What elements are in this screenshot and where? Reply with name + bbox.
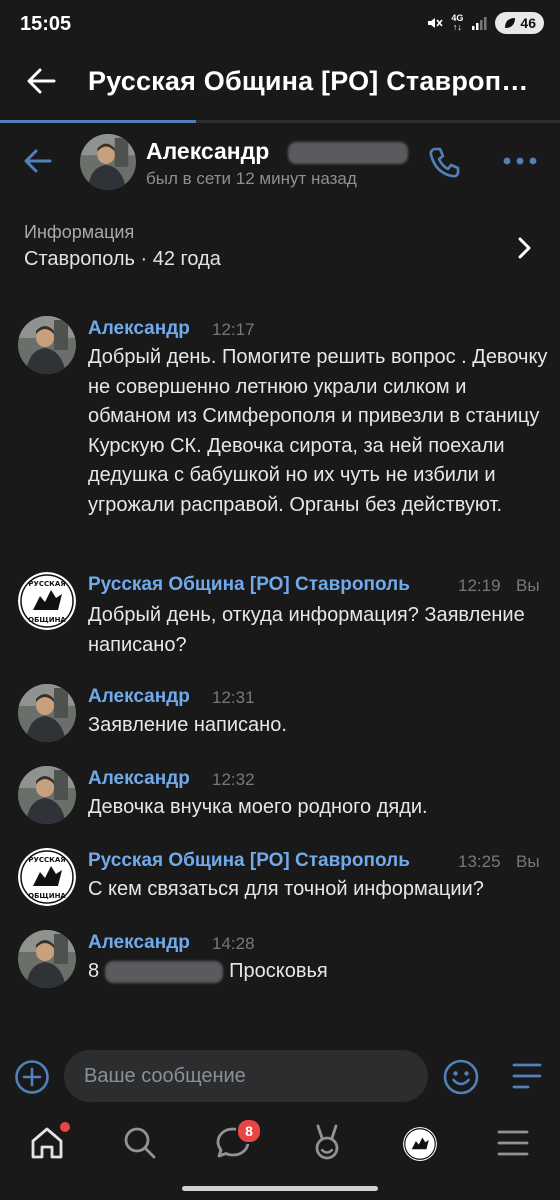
- message-name-suffix: Просковья: [229, 960, 328, 982]
- notification-dot: [60, 1122, 70, 1132]
- community-avatar[interactable]: [403, 1127, 437, 1161]
- messages-badge: 8: [236, 1118, 262, 1144]
- chevron-right-icon: [518, 237, 531, 259]
- message-text: 8 Просковья: [88, 957, 548, 987]
- message-author[interactable]: Александр: [88, 318, 190, 340]
- signal-icon: [472, 17, 487, 30]
- community-logo[interactable]: РУССКАЯ ОБЩИНА: [18, 848, 76, 906]
- community-logo[interactable]: РУССКАЯ ОБЩИНА: [18, 572, 76, 630]
- more-options-icon[interactable]: [502, 154, 538, 168]
- message-avatar[interactable]: [18, 684, 76, 742]
- message-text: Добрый день, откуда информация? Заявлени…: [88, 604, 525, 656]
- message-you-label: Вы: [516, 852, 540, 871]
- message-avatar[interactable]: [18, 930, 76, 988]
- message-text: Добрый день. Помогите решить вопрос . Де…: [88, 346, 548, 516]
- chat-avatar[interactable]: [80, 134, 136, 190]
- message-input[interactable]: [64, 1050, 428, 1102]
- message-time: 13:25: [458, 852, 501, 871]
- home-indicator[interactable]: [182, 1186, 378, 1191]
- network-arrows: ↑↓: [452, 22, 462, 32]
- status-time: 15:05: [20, 13, 72, 35]
- message-author[interactable]: Русская Община [РО] Ставрополь: [88, 850, 440, 872]
- redacted-surname: [288, 142, 408, 164]
- loading-progress-fill: [0, 120, 196, 123]
- bottom-navigation: [0, 1110, 560, 1180]
- nav-messages[interactable]: 8: [214, 1118, 262, 1164]
- status-icons: 4G ↑↓ 46: [425, 12, 544, 34]
- message-avatar[interactable]: [18, 316, 76, 374]
- clips-icon[interactable]: [310, 1122, 344, 1162]
- logo-text-bottom: ОБЩИНА: [28, 616, 66, 624]
- message-text: Девочка внучка моего родного дяди.: [88, 796, 428, 818]
- message-time: 14:28: [212, 934, 255, 953]
- message-author[interactable]: Русская Община [РО] Ставрополь: [88, 574, 440, 596]
- back-arrow-icon[interactable]: [24, 64, 58, 98]
- logo-text-bottom: ОБЩИНА: [28, 892, 66, 900]
- logo-text-top: РУССКАЯ: [28, 580, 65, 588]
- network-type: 4G ↑↓: [451, 14, 463, 32]
- chat-last-seen: был в сети 12 минут назад: [146, 169, 357, 188]
- info-label: Информация: [24, 222, 135, 242]
- emoji-icon[interactable]: [442, 1058, 480, 1096]
- message-author[interactable]: Александр: [88, 932, 190, 954]
- logo-text-top: РУССКАЯ: [28, 856, 65, 864]
- leaf-icon: [505, 18, 516, 28]
- nav-home[interactable]: [28, 1122, 70, 1162]
- message-avatar[interactable]: [18, 766, 76, 824]
- add-attachment-icon[interactable]: [14, 1059, 50, 1095]
- message-time: 12:19: [458, 576, 501, 595]
- page-title: Русская Община [РО] Ставрополь: [88, 66, 543, 96]
- search-icon[interactable]: [122, 1125, 158, 1161]
- chat-contact-name[interactable]: Александр: [146, 138, 269, 165]
- phone-icon[interactable]: [426, 145, 462, 179]
- message-composer[interactable]: [64, 1050, 428, 1102]
- message-text: С кем связаться для точной информации?: [88, 878, 484, 900]
- menu-icon[interactable]: [496, 1127, 530, 1159]
- message-time: 12:17: [212, 320, 255, 339]
- message-text: Заявление написано.: [88, 714, 287, 736]
- status-bar: 15:05 4G ↑↓ 46: [0, 0, 560, 48]
- phone-prefix: 8: [88, 960, 100, 982]
- battery-icon: 46: [495, 12, 544, 34]
- message-author[interactable]: Александр: [88, 686, 190, 708]
- message-time: 12:31: [212, 688, 255, 707]
- redacted-phone: [105, 960, 224, 983]
- mute-icon: [428, 18, 444, 28]
- message-author[interactable]: Александр: [88, 768, 190, 790]
- message-you-label: Вы: [516, 576, 540, 595]
- chat-back-icon[interactable]: [22, 145, 54, 177]
- info-value: Ставрополь · 42 года: [24, 248, 221, 270]
- message-time: 12:32: [212, 770, 255, 789]
- battery-level: 46: [520, 15, 536, 31]
- bot-keyboard-icon[interactable]: [510, 1060, 544, 1092]
